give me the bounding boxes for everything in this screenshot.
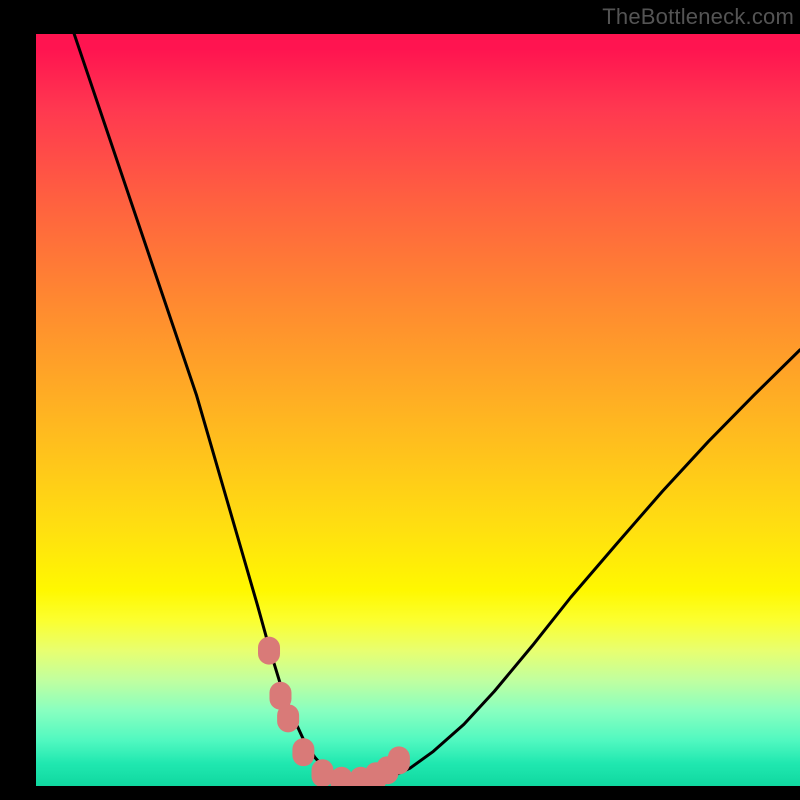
curve-marker [258,637,280,665]
outer-frame: TheBottleneck.com [0,0,800,800]
curve-marker [312,759,334,786]
curve-marker [292,738,314,766]
plot-area [36,34,800,786]
watermark-text: TheBottleneck.com [602,4,794,30]
curve-marker [331,767,353,786]
bottleneck-curve [36,34,800,783]
curve-layer [36,34,800,786]
curve-marker [277,704,299,732]
curve-marker [388,746,410,774]
